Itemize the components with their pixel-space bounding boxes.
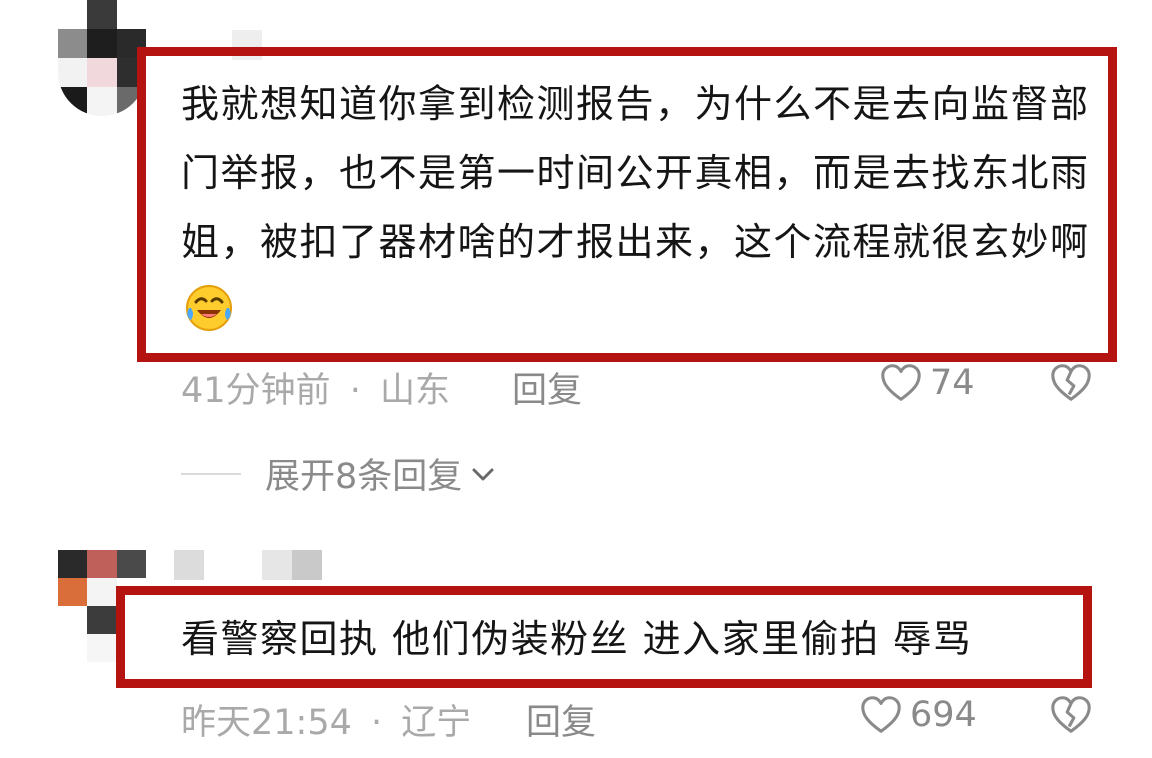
like-button[interactable]: 74 (878, 360, 975, 406)
location: 辽宁 (401, 703, 472, 743)
broken-heart-icon[interactable] (1048, 692, 1094, 738)
username-blurred[interactable] (174, 550, 204, 580)
expand-divider (181, 472, 241, 475)
comment-meta: 昨天21:54 · 辽宁 (181, 694, 471, 745)
comment-body: 我就想知道你拿到检测报告，为什么不是去向监督部门举报，也不是第一时间公开真相，而… (181, 82, 1090, 264)
rofl-emoji-icon (186, 285, 232, 331)
timestamp: 41分钟前 (181, 371, 331, 411)
comment-text: 我就想知道你拿到检测报告，为什么不是去向监督部门举报，也不是第一时间公开真相，而… (181, 70, 1096, 346)
heart-outline-icon (861, 696, 901, 733)
reply-button[interactable]: 回复 (512, 362, 582, 413)
comment-text: 看警察回执 他们伪装粉丝 进入家里偷拍 辱骂 (181, 612, 1081, 666)
avatar[interactable] (58, 0, 146, 116)
broken-heart-icon[interactable] (1048, 360, 1094, 406)
chevron-down-icon (472, 468, 494, 480)
reply-button[interactable]: 回复 (526, 694, 596, 745)
comment-body: 看警察回执 他们伪装粉丝 进入家里偷拍 辱骂 (181, 617, 973, 661)
expand-replies-button[interactable]: 展开8条回复 (181, 448, 498, 499)
heart-outline-icon (881, 364, 921, 401)
timestamp: 昨天21:54 (181, 703, 352, 743)
like-count: 694 (910, 695, 977, 735)
meta-separator: · (371, 703, 383, 743)
expand-replies-label: 展开8条回复 (265, 457, 463, 497)
like-button[interactable]: 694 (858, 692, 977, 738)
meta-separator: · (349, 371, 361, 411)
comment-meta: 41分钟前 · 山东 (181, 362, 450, 413)
like-count: 74 (930, 363, 975, 403)
location: 山东 (379, 371, 450, 411)
username-blurred[interactable] (262, 550, 322, 580)
